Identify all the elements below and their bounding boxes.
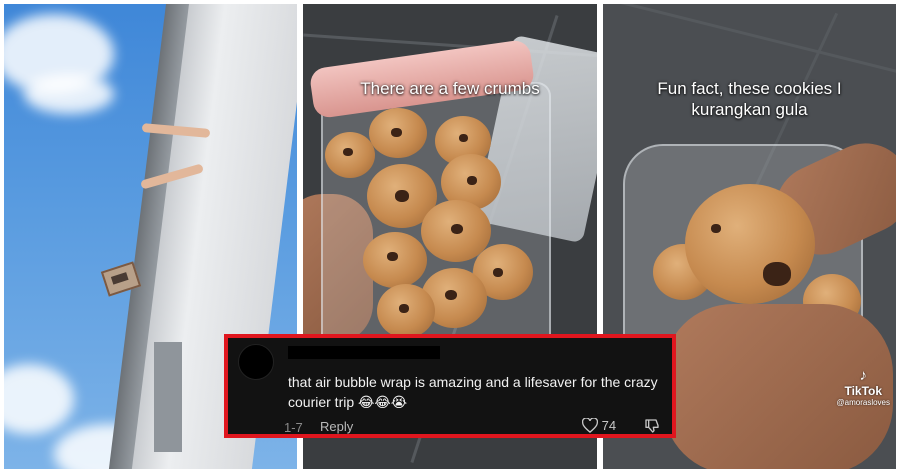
caption: There are a few crumbs	[360, 79, 540, 98]
caption-line-1: Fun fact, these cookies I	[657, 79, 842, 98]
caption: Fun fact, these cookies I kurangkan gula	[603, 78, 896, 121]
cloud	[24, 74, 114, 114]
like-button[interactable]: 74	[581, 417, 617, 434]
floor-tile-line	[607, 4, 896, 74]
tiktok-logo-icon: ♪	[859, 367, 868, 384]
dislike-button[interactable]	[644, 418, 660, 439]
building-balcony	[154, 342, 182, 452]
comment-emoji: 😂😂😭	[358, 394, 408, 410]
like-count: 74	[601, 418, 617, 433]
username-redacted	[288, 346, 440, 359]
cookie	[377, 284, 435, 338]
thumbs-down-icon	[645, 419, 659, 433]
reply-button[interactable]: Reply	[320, 419, 353, 434]
comment-card: that air bubble wrap is amazing and a li…	[224, 334, 676, 438]
watermark-handle: @amorasloves	[836, 398, 890, 407]
cookie-held	[685, 184, 815, 304]
avatar[interactable]	[238, 344, 274, 380]
cloud	[4, 364, 74, 434]
comment-text: that air bubble wrap is amazing and a li…	[288, 372, 668, 412]
caption-line-2: kurangkan gula	[691, 100, 808, 120]
cookie	[363, 232, 427, 288]
comment-timestamp: 1-7	[284, 420, 303, 435]
watermark-brand: TikTok	[844, 384, 883, 398]
comment-body: that air bubble wrap is amazing and a li…	[288, 374, 658, 410]
heart-icon	[581, 417, 599, 434]
cookie	[325, 132, 375, 178]
tiktok-watermark: ♪ TikTok @amorasloves	[837, 367, 890, 407]
cookie	[369, 108, 427, 158]
